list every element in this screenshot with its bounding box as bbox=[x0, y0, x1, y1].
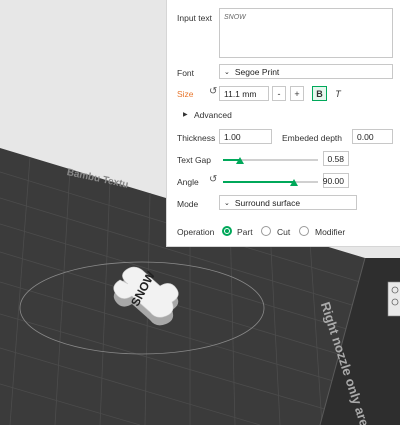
operation-modifier-label: Modifier bbox=[315, 227, 346, 237]
chevron-down-icon: ⌄ bbox=[224, 68, 230, 76]
advanced-toggle[interactable]: Advanced bbox=[194, 110, 232, 120]
operation-part-label: Part bbox=[237, 227, 253, 237]
operation-cut-label: Cut bbox=[277, 227, 291, 237]
thickness-label: Thickness bbox=[177, 133, 216, 143]
input-text-area[interactable]: SNOW bbox=[219, 8, 393, 58]
angle-input[interactable]: 90.00 bbox=[323, 173, 349, 188]
font-label: Font bbox=[177, 68, 195, 78]
italic-button[interactable]: T bbox=[331, 86, 345, 101]
angle-reset-icon[interactable]: ↺ bbox=[209, 174, 217, 185]
operation-label: Operation bbox=[177, 227, 215, 237]
input-text-label: Input text bbox=[177, 13, 212, 23]
size-increase-button[interactable]: + bbox=[290, 86, 304, 101]
text-gap-input[interactable]: 0.58 bbox=[323, 151, 349, 166]
font-select[interactable]: ⌄ Segoe Print bbox=[219, 64, 393, 79]
angle-label: Angle bbox=[177, 177, 199, 187]
thickness-input[interactable]: 1.00 bbox=[219, 129, 272, 144]
bold-button[interactable]: B bbox=[312, 86, 327, 101]
angle-slider-thumb[interactable] bbox=[290, 179, 299, 186]
text-tool-panel: Input text SNOW Font ⌄ Segoe Print Size … bbox=[166, 0, 400, 247]
operation-part-radio[interactable] bbox=[222, 226, 232, 236]
operation-modifier-radio[interactable] bbox=[299, 226, 309, 236]
angle-slider-fill bbox=[223, 181, 295, 183]
mode-select-value: Surround surface bbox=[234, 197, 301, 208]
text-gap-slider-thumb[interactable] bbox=[236, 157, 245, 164]
angle-slider[interactable] bbox=[223, 181, 318, 183]
size-input[interactable]: 11.1 mm bbox=[219, 86, 269, 101]
operation-cut-radio[interactable] bbox=[261, 226, 271, 236]
bed-side-icons bbox=[387, 281, 400, 317]
expand-triangle-icon[interactable]: ▶ bbox=[183, 111, 188, 118]
mode-select[interactable]: ⌄ Surround surface bbox=[219, 195, 357, 210]
reset-icon[interactable]: ↺ bbox=[209, 86, 217, 97]
mode-label: Mode bbox=[177, 199, 199, 209]
embedded-depth-input[interactable]: 0.00 bbox=[352, 129, 393, 144]
chevron-down-icon: ⌄ bbox=[224, 199, 230, 207]
size-decrease-button[interactable]: - bbox=[272, 86, 286, 101]
size-label: Size bbox=[177, 89, 194, 99]
text-gap-label: Text Gap bbox=[177, 155, 212, 165]
font-select-value: Segoe Print bbox=[234, 66, 280, 77]
embedded-depth-label: Embeded depth bbox=[282, 133, 343, 143]
